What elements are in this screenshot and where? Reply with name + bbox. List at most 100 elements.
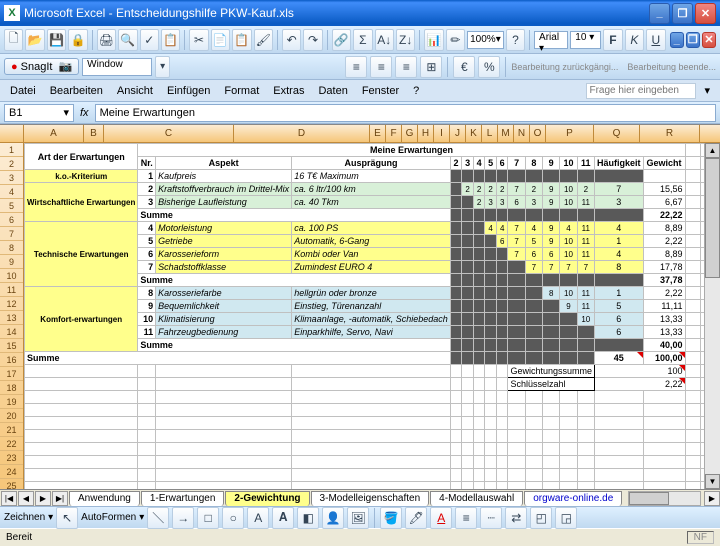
hscroll-right-button[interactable]: ▶ — [704, 491, 720, 506]
fx-icon[interactable]: fx — [76, 107, 93, 119]
row-header-3[interactable]: 3 — [0, 171, 23, 185]
autosum-icon[interactable]: Σ — [353, 29, 372, 51]
row-header-10[interactable]: 10 — [0, 269, 23, 283]
arrow-style-icon[interactable]: ⇄ — [505, 507, 527, 529]
chart-icon[interactable]: 📊 — [424, 29, 443, 51]
question-box[interactable] — [586, 83, 696, 99]
row-header-7[interactable]: 7 — [0, 227, 23, 241]
spell-icon[interactable]: ✓ — [140, 29, 159, 51]
col-header-H[interactable]: H — [418, 125, 434, 142]
row-header-19[interactable]: 19 — [0, 395, 23, 409]
doc-minimize-button[interactable]: _ — [670, 32, 684, 48]
sheet-tab-3[interactable]: 3-Modelleigenschaften — [311, 491, 430, 506]
menu-help[interactable]: ? — [407, 83, 425, 99]
row-header-8[interactable]: 8 — [0, 241, 23, 255]
menu-dd[interactable]: ▾ — [698, 82, 716, 99]
print-icon[interactable]: 🖨 — [97, 29, 116, 51]
hscroll-thumb[interactable] — [629, 492, 669, 505]
zoom-select[interactable]: 100% ▾ — [467, 31, 504, 49]
autoformen-label[interactable]: AutoFormen — [81, 512, 136, 523]
wordart-icon[interactable]: 𝐀 — [272, 507, 294, 529]
scroll-up-button[interactable]: ▲ — [705, 143, 720, 158]
diagram-icon[interactable]: ◧ — [297, 507, 319, 529]
menu-fenster[interactable]: Fenster — [356, 83, 405, 99]
preview-icon[interactable]: 🔍 — [118, 29, 137, 51]
col-header-F[interactable]: F — [386, 125, 402, 142]
row-header-22[interactable]: 22 — [0, 437, 23, 451]
line-color-icon[interactable]: 🖊 — [405, 507, 427, 529]
open-icon[interactable]: 📂 — [25, 29, 44, 51]
sheet-tab-5[interactable]: orgware-online.de — [524, 491, 622, 506]
currency-icon[interactable]: € — [453, 56, 475, 78]
snagit-dd[interactable]: ▾ — [155, 56, 170, 78]
percent-icon[interactable]: % — [478, 56, 500, 78]
col-header-I[interactable]: I — [434, 125, 450, 142]
line-style-icon[interactable]: ≡ — [455, 507, 477, 529]
snagit-window-select[interactable]: Window — [82, 58, 152, 76]
snagit-button[interactable]: ●SnagIt 📷 — [4, 58, 79, 75]
textbox-icon[interactable]: A — [247, 507, 269, 529]
vertical-scrollbar[interactable]: ▲ ▼ — [704, 143, 720, 489]
font-size-select[interactable]: 10 ▾ — [570, 31, 601, 49]
col-header-Q[interactable]: Q — [594, 125, 640, 142]
align-center-icon[interactable]: ≡ — [370, 56, 392, 78]
col-header-A[interactable]: A — [24, 125, 84, 142]
cut-icon[interactable]: ✂ — [189, 29, 208, 51]
row-header-18[interactable]: 18 — [0, 381, 23, 395]
col-header-L[interactable]: L — [482, 125, 498, 142]
col-header-J[interactable]: J — [450, 125, 466, 142]
paste-icon[interactable]: 📋 — [232, 29, 251, 51]
cells-area[interactable]: Art der ErwartungenMeine ErwartungenNr.A… — [24, 143, 720, 491]
fill-color-icon[interactable]: 🪣 — [380, 507, 402, 529]
hyperlink-icon[interactable]: 🔗 — [332, 29, 351, 51]
permission-icon[interactable]: 🔒 — [68, 29, 87, 51]
row-header-4[interactable]: 4 — [0, 185, 23, 199]
select-all-corner[interactable] — [0, 125, 24, 142]
oval-icon[interactable]: ○ — [222, 507, 244, 529]
menu-format[interactable]: Format — [218, 83, 265, 99]
menu-datei[interactable]: Datei — [4, 83, 42, 99]
picture-icon[interactable]: 🖼 — [347, 507, 369, 529]
row-header-1[interactable]: 1 — [0, 143, 23, 157]
zeichnen-label[interactable]: Zeichnen — [4, 512, 45, 523]
doc-restore-button[interactable]: ❐ — [686, 32, 700, 48]
name-box[interactable]: B1▾ — [4, 104, 74, 122]
row-header-11[interactable]: 11 — [0, 283, 23, 297]
format-painter-icon[interactable]: 🖌 — [254, 29, 273, 51]
col-header-M[interactable]: M — [498, 125, 514, 142]
col-header-K[interactable]: K — [466, 125, 482, 142]
save-icon[interactable]: 💾 — [47, 29, 66, 51]
bold-icon[interactable]: F — [603, 29, 622, 51]
sheet-tab-0[interactable]: Anwendung — [69, 491, 140, 506]
dash-style-icon[interactable]: ┈ — [480, 507, 502, 529]
row-header-2[interactable]: 2 — [0, 157, 23, 171]
minimize-button[interactable]: _ — [649, 3, 670, 24]
arrow-icon[interactable]: → — [172, 507, 194, 529]
rect-icon[interactable]: □ — [197, 507, 219, 529]
select-objects-icon[interactable]: ↖ — [56, 507, 78, 529]
col-header-C[interactable]: C — [104, 125, 234, 142]
horizontal-scrollbar[interactable] — [628, 491, 701, 506]
drawing-icon[interactable]: ✏ — [446, 29, 465, 51]
sheet-tab-4[interactable]: 4-Modellauswahl — [430, 491, 523, 506]
scroll-down-button[interactable]: ▼ — [705, 474, 720, 489]
sort-asc-icon[interactable]: A↓ — [375, 29, 394, 51]
doc-close-button[interactable]: ✕ — [702, 32, 716, 48]
col-header-E[interactable]: E — [370, 125, 386, 142]
italic-icon[interactable]: K — [625, 29, 644, 51]
tab-last-button[interactable]: ▶| — [52, 491, 68, 506]
sheet-tab-1[interactable]: 1-Erwartungen — [141, 491, 225, 506]
col-header-O[interactable]: O — [530, 125, 546, 142]
align-left-icon[interactable]: ≡ — [345, 56, 367, 78]
row-header-24[interactable]: 24 — [0, 465, 23, 479]
align-right-icon[interactable]: ≡ — [395, 56, 417, 78]
menu-ansicht[interactable]: Ansicht — [111, 83, 159, 99]
line-icon[interactable]: ＼ — [147, 507, 169, 529]
question-input[interactable] — [586, 83, 696, 99]
copy-icon[interactable]: 📄 — [211, 29, 230, 51]
tab-prev-button[interactable]: ◀ — [18, 491, 34, 506]
undo-icon[interactable]: ↶ — [282, 29, 301, 51]
tab-first-button[interactable]: |◀ — [1, 491, 17, 506]
sheet-tab-2[interactable]: 2-Gewichtung — [225, 491, 309, 506]
shadow-icon[interactable]: ◰ — [530, 507, 552, 529]
